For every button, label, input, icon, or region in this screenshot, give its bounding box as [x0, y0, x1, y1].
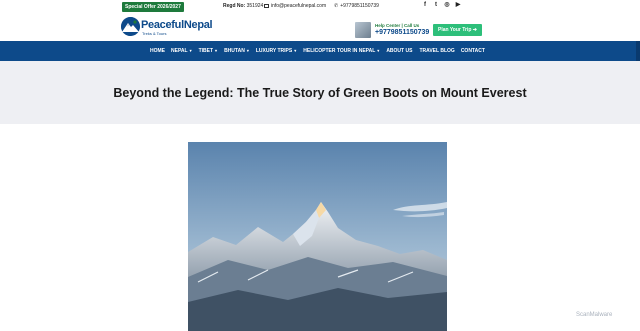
nav-item-tibet[interactable]: TIBET ▾ — [199, 41, 217, 61]
mail-icon — [264, 3, 269, 8]
nav-item-label: NEPAL — [171, 48, 188, 54]
nav-item-label: ABOUT US — [386, 48, 413, 54]
logo-mountain-icon — [121, 17, 140, 36]
nav-item-label: CONTACT — [460, 48, 485, 54]
regd-label: Regd No: — [223, 3, 246, 9]
chevron-down-icon: ▾ — [189, 48, 192, 53]
chevron-down-icon: ▾ — [246, 48, 249, 53]
logo-tagline: Treks & Tours — [142, 31, 167, 36]
help-center-image — [355, 22, 371, 38]
nav-item-label: BHUTAN — [224, 48, 245, 54]
help-center[interactable]: Help Center | Call Us +9779851150739 — [355, 22, 429, 38]
page-title: Beyond the Legend: The True Story of Gre… — [113, 86, 527, 100]
phone-icon: ✆ — [334, 3, 339, 9]
logo-name: PeacefulNepal — [141, 19, 213, 31]
chevron-down-icon: ▾ — [294, 48, 297, 53]
nav-item-label: HOME — [150, 48, 165, 54]
nav-item-about-us[interactable]: ABOUT US — [386, 41, 412, 61]
nav-item-contact[interactable]: CONTACT — [461, 41, 485, 61]
help-center-phone: +9779851150739 — [375, 29, 430, 36]
instagram-icon[interactable]: ◎ — [444, 2, 450, 8]
nav-item-home[interactable]: HOME — [150, 41, 165, 61]
site-logo[interactable]: PeacefulNepal Treks & Tours — [121, 17, 213, 39]
email-text: info@peacefulnepal.com — [271, 3, 327, 9]
nav-item-nepal[interactable]: NEPAL ▾ — [171, 41, 192, 61]
help-center-label: Help Center | Call Us — [375, 23, 420, 28]
phone-link[interactable]: ✆ +9779851150739 — [334, 3, 379, 9]
nav-item-label: TIBET — [198, 48, 214, 54]
nav-items: HOME NEPAL ▾ TIBET ▾ BHUTAN ▾ LUXURY TRIPS ▾ HELI… — [150, 41, 485, 61]
special-offer-badge[interactable]: Special Offer 2026/2027 — [122, 2, 184, 12]
nav-item-label: HELICOPTER TOUR IN NEPAL — [303, 48, 376, 54]
nav-item-label: TRAVEL BLOG — [419, 48, 455, 54]
main-navigation: HOME NEPAL ▾ TIBET ▾ BHUTAN ▾ LUXURY TRIPS ▾ HELI… — [0, 41, 640, 61]
email-link[interactable]: info@peacefulnepal.com — [264, 3, 326, 9]
nav-item-luxury-trips[interactable]: LUXURY TRIPS ▾ — [256, 41, 296, 61]
site-header — [0, 12, 640, 41]
social-links: f t ◎ ▶ — [422, 2, 461, 8]
twitter-icon[interactable]: t — [433, 2, 439, 8]
chevron-down-icon: ▾ — [377, 48, 380, 53]
nav-item-label: LUXURY TRIPS — [255, 48, 293, 54]
featured-image — [188, 142, 447, 331]
registration-number: Regd No: 351924 — [223, 3, 263, 9]
phone-text: +9779851150739 — [340, 3, 379, 9]
watermark: ScanMalware — [576, 312, 613, 318]
facebook-icon[interactable]: f — [422, 2, 428, 8]
plan-your-trip-button[interactable]: Plan Your Trip ➔ — [433, 24, 482, 36]
regd-value: 351924 — [246, 3, 264, 9]
nav-item-helicopter-tour-in-nepal[interactable]: HELICOPTER TOUR IN NEPAL ▾ — [303, 41, 379, 61]
nav-item-travel-blog[interactable]: TRAVEL BLOG — [419, 41, 454, 61]
youtube-icon[interactable]: ▶ — [455, 2, 461, 8]
chevron-down-icon: ▾ — [215, 48, 218, 53]
nav-item-bhutan[interactable]: BHUTAN ▾ — [224, 41, 249, 61]
